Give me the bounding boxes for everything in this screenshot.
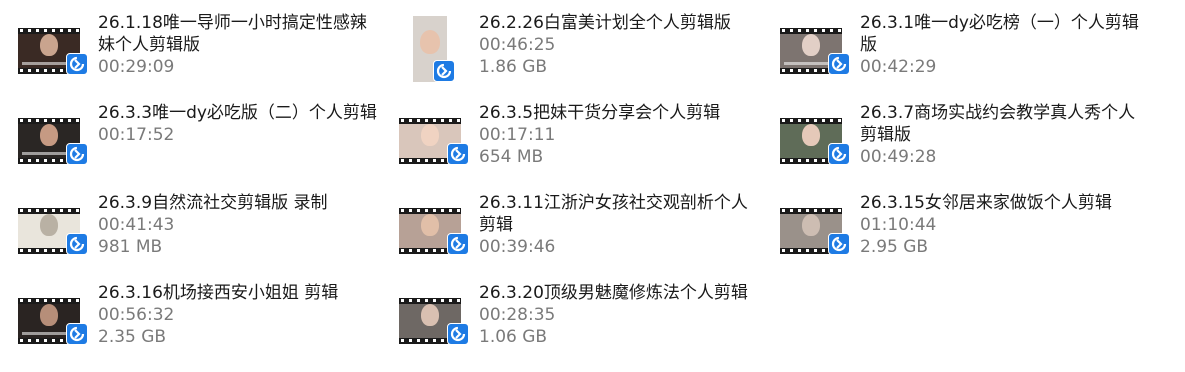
file-duration: 00:56:32 xyxy=(98,305,175,325)
file-duration: 00:49:28 xyxy=(860,147,937,167)
sync-icon xyxy=(447,143,469,165)
sync-icon xyxy=(828,53,850,75)
file-duration: 00:46:25 xyxy=(479,35,556,55)
file-duration: 00:28:35 xyxy=(479,305,556,325)
file-duration: 00:42:29 xyxy=(860,57,937,77)
sync-icon xyxy=(66,53,88,75)
film-perforation-top xyxy=(780,118,842,124)
file-name: 26.3.3唯一dy必吃版（二）个人剪辑 xyxy=(98,103,377,123)
file-name: 26.3.9自然流社交剪辑版 录制 xyxy=(98,193,328,213)
file-name: 26.2.26白富美计划全个人剪辑版 xyxy=(479,13,731,33)
thumbnail-face xyxy=(802,124,820,146)
sync-icon xyxy=(66,323,88,345)
file-duration: 00:41:43 xyxy=(98,215,175,235)
video-file-item[interactable]: 26.3.20顶级男魅魔修炼法个人剪辑 00:28:35 1.06 GB xyxy=(397,278,767,362)
file-name: 26.3.20顶级男魅魔修炼法个人剪辑 xyxy=(479,283,748,303)
video-file-item[interactable]: 26.3.3唯一dy必吃版（二）个人剪辑 00:17:52 xyxy=(16,98,386,182)
file-name: 26.3.15女邻居来家做饭个人剪辑 xyxy=(860,193,1112,213)
video-file-item[interactable]: 26.3.16机场接西安小姐姐 剪辑 00:56:32 2.35 GB xyxy=(16,278,386,362)
film-perforation-top xyxy=(780,28,842,34)
film-perforation-top xyxy=(18,118,80,124)
file-size: 981 MB xyxy=(98,237,163,257)
thumbnail-face xyxy=(802,34,820,56)
file-duration: 00:29:09 xyxy=(98,57,175,77)
thumbnail-face xyxy=(40,214,58,236)
video-file-item[interactable]: 26.3.5把妹干货分享会个人剪辑 00:17:11 654 MB xyxy=(397,98,767,182)
sync-icon xyxy=(66,143,88,165)
film-perforation-top xyxy=(399,298,461,304)
file-size: 2.35 GB xyxy=(98,327,167,347)
sync-icon xyxy=(66,233,88,255)
video-file-item[interactable]: 26.1.18唯一导师一小时搞定性感辣妹个人剪辑版 00:29:09 xyxy=(16,8,386,92)
file-name: 26.3.1唯一dy必吃榜（一）个人剪辑版 xyxy=(860,13,1139,55)
video-file-item[interactable]: 26.2.26白富美计划全个人剪辑版 00:46:25 1.86 GB xyxy=(397,8,767,92)
file-name: 26.3.11江浙沪女孩社交观剖析个人剪辑 xyxy=(479,193,748,235)
film-perforation-top xyxy=(18,208,80,214)
file-duration: 00:39:46 xyxy=(479,237,556,257)
sync-icon xyxy=(447,323,469,345)
file-name: 26.3.5把妹干货分享会个人剪辑 xyxy=(479,103,721,123)
film-perforation-top xyxy=(18,298,80,304)
sync-icon xyxy=(433,60,455,82)
video-file-item[interactable]: 26.3.11江浙沪女孩社交观剖析个人剪辑 00:39:46 xyxy=(397,188,767,272)
thumbnail-face xyxy=(802,214,820,236)
thumbnail-face xyxy=(40,34,58,56)
thumbnail-face xyxy=(421,124,439,146)
thumbnail-face xyxy=(421,304,439,326)
file-size: 2.95 GB xyxy=(860,237,929,257)
sync-icon xyxy=(828,233,850,255)
video-file-item[interactable]: 26.3.9自然流社交剪辑版 录制 00:41:43 981 MB xyxy=(16,188,386,272)
thumbnail-face xyxy=(421,214,439,236)
sync-icon xyxy=(447,233,469,255)
file-name: 26.1.18唯一导师一小时搞定性感辣妹个人剪辑版 xyxy=(98,13,367,55)
file-duration: 00:17:11 xyxy=(479,125,556,145)
thumbnail-face xyxy=(40,304,58,326)
film-perforation-top xyxy=(780,208,842,214)
file-name: 26.3.7商场实战约会教学真人秀个人剪辑版 xyxy=(860,103,1136,145)
file-size: 654 MB xyxy=(479,147,544,167)
film-perforation-top xyxy=(399,118,461,124)
film-perforation-top xyxy=(399,208,461,214)
file-size: 1.06 GB xyxy=(479,327,548,347)
film-perforation-top xyxy=(18,28,80,34)
file-grid: 26.1.18唯一导师一小时搞定性感辣妹个人剪辑版 00:29:09 26.2.… xyxy=(0,0,1185,372)
video-file-item[interactable]: 26.3.1唯一dy必吃榜（一）个人剪辑版 00:42:29 xyxy=(778,8,1148,92)
thumbnail-face xyxy=(40,124,58,146)
file-duration: 01:10:44 xyxy=(860,215,937,235)
file-name: 26.3.16机场接西安小姐姐 剪辑 xyxy=(98,283,339,303)
file-size: 1.86 GB xyxy=(479,57,548,77)
video-file-item[interactable]: 26.3.15女邻居来家做饭个人剪辑 01:10:44 2.95 GB xyxy=(778,188,1148,272)
thumbnail-face xyxy=(420,30,440,54)
sync-icon xyxy=(828,143,850,165)
video-file-item[interactable]: 26.3.7商场实战约会教学真人秀个人剪辑版 00:49:28 xyxy=(778,98,1148,182)
file-duration: 00:17:52 xyxy=(98,125,175,145)
